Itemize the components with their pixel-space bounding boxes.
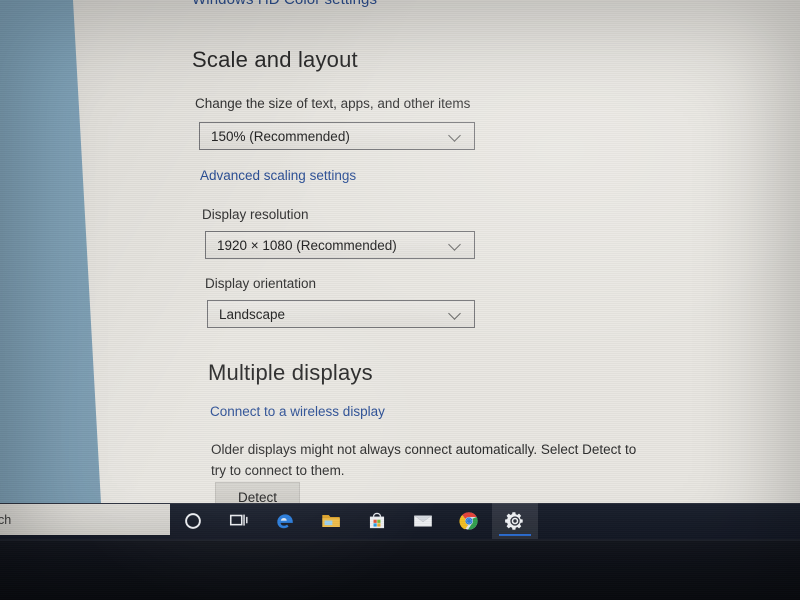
change-size-label: Change the size of text, apps, and other… (195, 96, 471, 111)
scale-dropdown-value: 150% (Recommended) (211, 128, 350, 144)
display-settings-pane: Windows HD Color settings Scale and layo… (96, 0, 800, 503)
taskbar-item-file-explorer[interactable] (308, 503, 354, 539)
chevron-down-icon (448, 306, 464, 322)
taskbar: ch (0, 503, 800, 539)
taskbar-item-edge[interactable] (262, 503, 308, 539)
taskbar-item-cortana[interactable] (170, 503, 216, 539)
task-view-icon (229, 514, 248, 526)
chevron-down-icon (448, 128, 464, 144)
taskbar-item-task-view[interactable] (216, 503, 262, 539)
file-explorer-folder-icon (322, 515, 340, 527)
chrome-icon (459, 512, 478, 530)
cortana-circle-icon (185, 513, 201, 529)
taskbar-item-chrome[interactable] (446, 503, 492, 539)
gear-icon (505, 512, 523, 530)
display-orientation-dropdown[interactable]: Landscape (207, 300, 475, 328)
taskbar-item-settings[interactable] (492, 503, 538, 539)
taskbar-item-mail[interactable] (400, 503, 446, 539)
mail-envelope-icon (414, 515, 432, 527)
monitor-bezel (0, 539, 800, 600)
multiple-displays-heading: Multiple displays (208, 360, 373, 385)
microsoft-store-bag-icon (369, 512, 385, 529)
display-orientation-value: Landscape (219, 306, 286, 322)
edge-icon (277, 514, 293, 529)
chevron-down-icon (448, 237, 464, 253)
screen-photograph: Windows HD Color settings Scale and layo… (0, 0, 800, 600)
display-resolution-label: Display resolution (202, 207, 309, 222)
display-resolution-dropdown[interactable]: 1920 × 1080 (Recommended) (205, 231, 475, 259)
connect-wireless-display-link[interactable]: Connect to a wireless display (210, 404, 385, 419)
taskbar-icon-strip (170, 503, 538, 539)
advanced-scaling-settings-link[interactable]: Advanced scaling settings (200, 168, 356, 183)
settings-window: Windows HD Color settings Scale and layo… (73, 0, 800, 503)
older-displays-description: Older displays might not always connect … (211, 442, 637, 478)
scale-dropdown[interactable]: 150% (Recommended) (199, 122, 475, 150)
taskbar-item-microsoft-store[interactable] (354, 503, 400, 539)
search-input[interactable]: ch (0, 504, 170, 535)
search-input-text: ch (0, 512, 12, 527)
windows-hd-color-settings-link[interactable]: Windows HD Color settings (192, 0, 377, 8)
display-orientation-label: Display orientation (205, 276, 317, 291)
display-resolution-value: 1920 × 1080 (Recommended) (217, 237, 397, 253)
scale-and-layout-heading: Scale and layout (192, 47, 358, 72)
